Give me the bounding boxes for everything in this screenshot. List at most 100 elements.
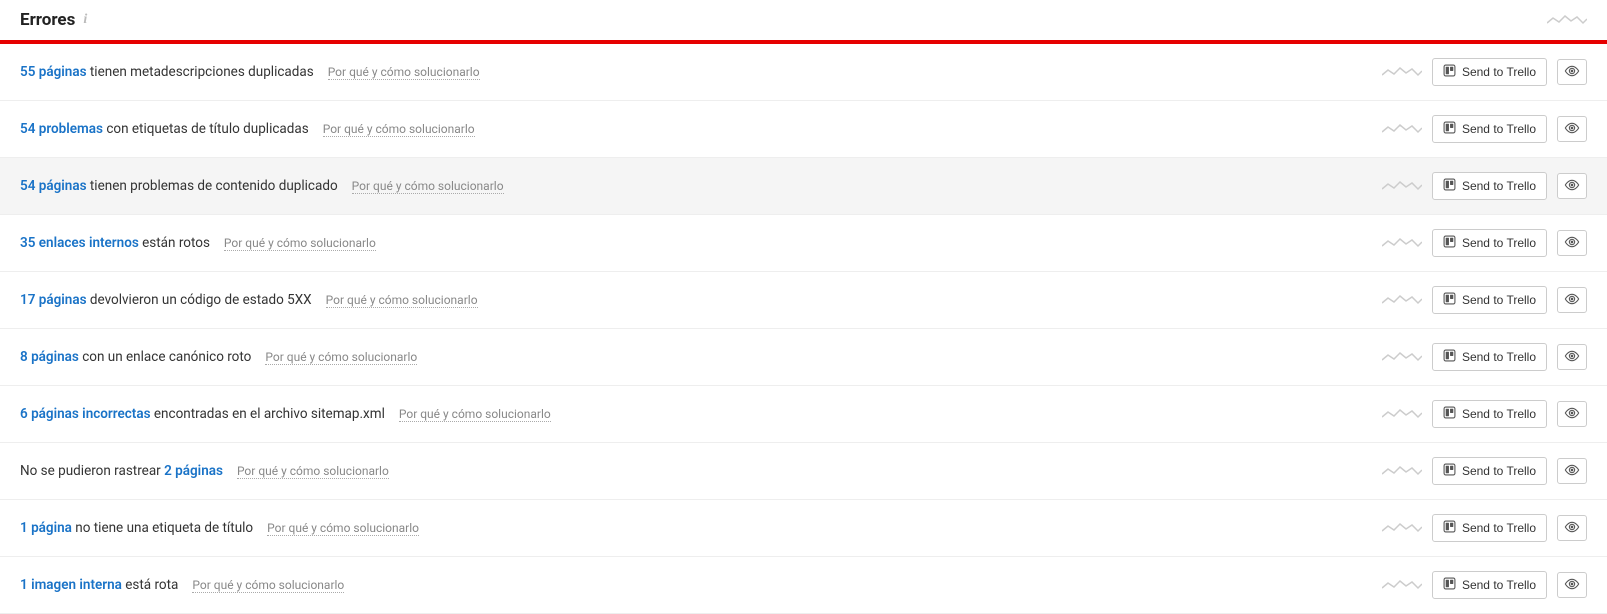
fix-link[interactable]: Por qué y cómo solucionarlo bbox=[323, 122, 475, 137]
issue-link[interactable]: 1 página bbox=[20, 520, 72, 536]
eye-icon bbox=[1564, 348, 1580, 367]
sparkline-icon bbox=[1382, 521, 1422, 535]
issue-rest: devolvieron un código de estado 5XX bbox=[87, 292, 312, 308]
sparkline-icon bbox=[1382, 407, 1422, 421]
send-to-trello-button[interactable]: Send to Trello bbox=[1432, 514, 1547, 542]
issue-text[interactable]: 17 páginas devolvieron un código de esta… bbox=[20, 292, 312, 308]
issue-right: Send to Trello bbox=[1382, 400, 1587, 428]
view-button[interactable] bbox=[1557, 515, 1587, 541]
issue-row: 1 página no tiene una etiqueta de título… bbox=[0, 500, 1607, 557]
issue-left: 1 imagen interna está rota Por qué y cómo… bbox=[20, 577, 344, 593]
send-to-trello-label: Send to Trello bbox=[1462, 122, 1536, 136]
sparkline-icon bbox=[1382, 65, 1422, 79]
issue-left: 35 enlaces internos están rotos Por qué y… bbox=[20, 235, 376, 251]
view-button[interactable] bbox=[1557, 458, 1587, 484]
trello-icon bbox=[1443, 463, 1456, 479]
view-button[interactable] bbox=[1557, 230, 1587, 256]
trello-icon bbox=[1443, 292, 1456, 308]
panel-title-wrap: Errores i bbox=[20, 10, 87, 30]
issue-left: 55 páginas tienen metadescripciones dupl… bbox=[20, 64, 480, 80]
issue-left: 1 página no tiene una etiqueta de título… bbox=[20, 520, 419, 536]
issue-row: 17 páginas devolvieron un código de esta… bbox=[0, 272, 1607, 329]
fix-link[interactable]: Por qué y cómo solucionarlo bbox=[399, 407, 551, 422]
issue-right: Send to Trello bbox=[1382, 343, 1587, 371]
issue-right: Send to Trello bbox=[1382, 172, 1587, 200]
issue-row: 55 páginas tienen metadescripciones dupl… bbox=[0, 44, 1607, 101]
eye-icon bbox=[1564, 405, 1580, 424]
fix-link[interactable]: Por qué y cómo solucionarlo bbox=[328, 65, 480, 80]
issue-link[interactable]: 2 páginas bbox=[164, 463, 223, 479]
send-to-trello-label: Send to Trello bbox=[1462, 65, 1536, 79]
trello-icon bbox=[1443, 178, 1456, 194]
issue-text[interactable]: 8 páginas con un enlace canónico roto bbox=[20, 349, 251, 365]
send-to-trello-button[interactable]: Send to Trello bbox=[1432, 343, 1547, 371]
sparkline-icon bbox=[1382, 578, 1422, 592]
send-to-trello-button[interactable]: Send to Trello bbox=[1432, 229, 1547, 257]
view-button[interactable] bbox=[1557, 572, 1587, 598]
issue-left: 6 páginas incorrectas encontradas en el … bbox=[20, 406, 551, 422]
issue-link[interactable]: 35 enlaces internos bbox=[20, 235, 139, 251]
send-to-trello-button[interactable]: Send to Trello bbox=[1432, 400, 1547, 428]
issue-right: Send to Trello bbox=[1382, 229, 1587, 257]
send-to-trello-label: Send to Trello bbox=[1462, 407, 1536, 421]
send-to-trello-label: Send to Trello bbox=[1462, 293, 1536, 307]
issue-text[interactable]: 54 problemas con etiquetas de título dup… bbox=[20, 121, 309, 137]
issue-row: No se pudieron rastrear 2 páginas Por qué… bbox=[0, 443, 1607, 500]
view-button[interactable] bbox=[1557, 344, 1587, 370]
view-button[interactable] bbox=[1557, 116, 1587, 142]
send-to-trello-button[interactable]: Send to Trello bbox=[1432, 172, 1547, 200]
issue-link[interactable]: 54 páginas bbox=[20, 178, 87, 194]
issue-left: 54 páginas tienen problemas de contenido… bbox=[20, 178, 504, 194]
issue-rest: están rotos bbox=[139, 235, 210, 251]
fix-link[interactable]: Por qué y cómo solucionarlo bbox=[224, 236, 376, 251]
issue-text[interactable]: 54 páginas tienen problemas de contenido… bbox=[20, 178, 338, 194]
issue-rest: no tiene una etiqueta de título bbox=[72, 520, 253, 536]
send-to-trello-label: Send to Trello bbox=[1462, 350, 1536, 364]
issue-text[interactable]: 1 imagen interna está rota bbox=[20, 577, 178, 593]
view-button[interactable] bbox=[1557, 59, 1587, 85]
send-to-trello-button[interactable]: Send to Trello bbox=[1432, 571, 1547, 599]
issue-link[interactable]: 17 páginas bbox=[20, 292, 87, 308]
fix-link[interactable]: Por qué y cómo solucionarlo bbox=[265, 350, 417, 365]
issue-row: 1 imagen interna está rota Por qué y cómo… bbox=[0, 557, 1607, 614]
fix-link[interactable]: Por qué y cómo solucionarlo bbox=[352, 179, 504, 194]
fix-link[interactable]: Por qué y cómo solucionarlo bbox=[267, 521, 419, 536]
issue-text[interactable]: 35 enlaces internos están rotos bbox=[20, 235, 210, 251]
sparkline-icon bbox=[1382, 236, 1422, 250]
issue-text[interactable]: 55 páginas tienen metadescripciones dupl… bbox=[20, 64, 314, 80]
issue-list: 55 páginas tienen metadescripciones dupl… bbox=[0, 44, 1607, 614]
issue-text[interactable]: No se pudieron rastrear 2 páginas bbox=[20, 463, 223, 479]
fix-link[interactable]: Por qué y cómo solucionarlo bbox=[326, 293, 478, 308]
view-button[interactable] bbox=[1557, 401, 1587, 427]
trello-icon bbox=[1443, 520, 1456, 536]
issue-rest: tienen problemas de contenido duplicado bbox=[87, 178, 338, 194]
issue-text[interactable]: 6 páginas incorrectas encontradas en el … bbox=[20, 406, 385, 422]
sparkline-icon bbox=[1382, 179, 1422, 193]
issue-text[interactable]: 1 página no tiene una etiqueta de título bbox=[20, 520, 253, 536]
send-to-trello-button[interactable]: Send to Trello bbox=[1432, 286, 1547, 314]
sparkline-icon bbox=[1382, 350, 1422, 364]
trello-icon bbox=[1443, 349, 1456, 365]
issue-link[interactable]: 8 páginas bbox=[20, 349, 79, 365]
sparkline-icon bbox=[1382, 464, 1422, 478]
issue-right: Send to Trello bbox=[1382, 115, 1587, 143]
issue-link[interactable]: 54 problemas bbox=[20, 121, 103, 137]
issue-row: 54 problemas con etiquetas de título dup… bbox=[0, 101, 1607, 158]
eye-icon bbox=[1564, 63, 1580, 82]
issue-row: 6 páginas incorrectas encontradas en el … bbox=[0, 386, 1607, 443]
info-icon[interactable]: i bbox=[83, 13, 87, 27]
send-to-trello-button[interactable]: Send to Trello bbox=[1432, 115, 1547, 143]
issue-rest: encontradas en el archivo sitemap.xml bbox=[151, 406, 385, 422]
send-to-trello-label: Send to Trello bbox=[1462, 521, 1536, 535]
send-to-trello-button[interactable]: Send to Trello bbox=[1432, 457, 1547, 485]
view-button[interactable] bbox=[1557, 173, 1587, 199]
send-to-trello-button[interactable]: Send to Trello bbox=[1432, 58, 1547, 86]
fix-link[interactable]: Por qué y cómo solucionarlo bbox=[192, 578, 344, 593]
fix-link[interactable]: Por qué y cómo solucionarlo bbox=[237, 464, 389, 479]
sparkline-icon bbox=[1547, 13, 1587, 27]
view-button[interactable] bbox=[1557, 287, 1587, 313]
eye-icon bbox=[1564, 234, 1580, 253]
issue-link[interactable]: 6 páginas incorrectas bbox=[20, 406, 151, 422]
issue-link[interactable]: 55 páginas bbox=[20, 64, 87, 80]
issue-link[interactable]: 1 imagen interna bbox=[20, 577, 122, 593]
